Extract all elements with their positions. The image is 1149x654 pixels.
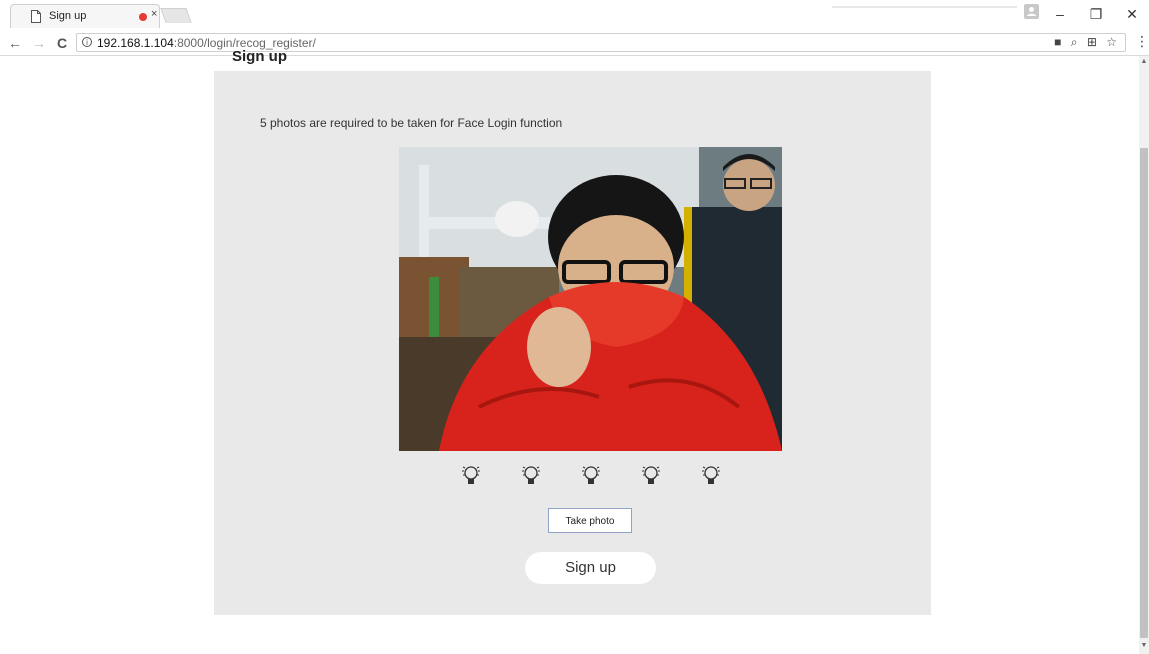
minimize-button[interactable]: – bbox=[1045, 2, 1075, 26]
recording-indicator-icon bbox=[139, 13, 147, 21]
tab-title: Sign up bbox=[49, 10, 87, 22]
translate-icon[interactable]: ⊞ bbox=[1087, 35, 1097, 49]
site-info-icon[interactable]: i bbox=[82, 37, 92, 47]
forward-button[interactable]: → bbox=[30, 33, 48, 53]
browser-toolbar: ← → C i 192.168.1.104:8000/login/recog_r… bbox=[0, 31, 1149, 56]
tab-strip: Sign up × – ❐ ✕ bbox=[0, 0, 1149, 31]
reload-button[interactable]: C bbox=[53, 33, 71, 53]
page-scrollbar[interactable]: ▲ ▼ bbox=[1139, 56, 1149, 654]
camera-icon[interactable]: ■ bbox=[1054, 35, 1061, 49]
page-icon bbox=[31, 10, 41, 23]
lightbulb-icon bbox=[462, 466, 480, 484]
tab-close-icon[interactable]: × bbox=[151, 8, 157, 20]
restore-button[interactable]: ❐ bbox=[1081, 2, 1111, 26]
address-bar-actions: ■ ⌕ ⊞ ☆ bbox=[1048, 35, 1117, 50]
page-title: Sign up bbox=[232, 48, 287, 65]
profile-icon[interactable] bbox=[1024, 4, 1039, 19]
lightbulb-icon bbox=[522, 466, 540, 484]
scroll-thumb[interactable] bbox=[1140, 148, 1148, 638]
url-host: 192.168.1.104 bbox=[97, 36, 174, 50]
close-window-button[interactable]: ✕ bbox=[1117, 2, 1147, 26]
tabbar-divider bbox=[832, 6, 1017, 8]
webcam-preview bbox=[399, 147, 782, 451]
scroll-down-arrow-icon[interactable]: ▼ bbox=[1139, 642, 1149, 652]
new-tab-button[interactable] bbox=[160, 8, 192, 23]
lightbulb-icon bbox=[702, 466, 720, 484]
photo-progress-indicators bbox=[460, 463, 730, 491]
zoom-icon[interactable]: ⌕ bbox=[1071, 35, 1078, 49]
sign-up-button[interactable]: Sign up bbox=[525, 552, 656, 584]
lightbulb-icon bbox=[642, 466, 660, 484]
instruction-text: 5 photos are required to be taken for Fa… bbox=[260, 116, 563, 130]
signup-panel: 5 photos are required to be taken for Fa… bbox=[214, 71, 931, 615]
browser-tab[interactable]: Sign up × bbox=[10, 4, 160, 28]
lightbulb-icon bbox=[582, 466, 600, 484]
browser-menu-icon[interactable]: ⋮ bbox=[1135, 33, 1149, 50]
scroll-up-arrow-icon[interactable]: ▲ bbox=[1139, 58, 1149, 68]
take-photo-button[interactable]: Take photo bbox=[548, 508, 632, 533]
bookmark-star-icon[interactable]: ☆ bbox=[1106, 35, 1117, 49]
back-button[interactable]: ← bbox=[6, 33, 24, 53]
